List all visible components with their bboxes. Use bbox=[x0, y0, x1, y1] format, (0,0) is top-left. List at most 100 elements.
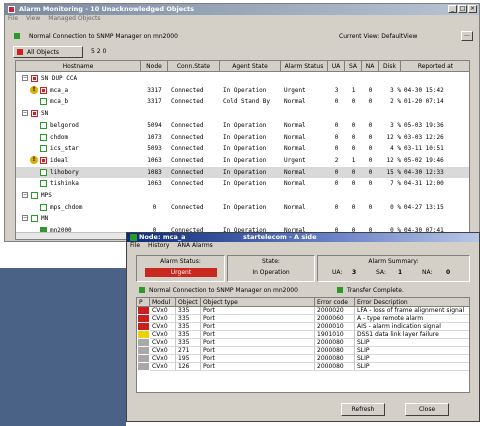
node-cell: 3317 bbox=[147, 98, 162, 106]
object-cell: 271 bbox=[176, 347, 201, 355]
col-hostname[interactable]: Hostname bbox=[16, 61, 141, 72]
menu-file[interactable]: File bbox=[8, 15, 18, 24]
menu-ana-alarms[interactable]: ANA Alarms bbox=[177, 242, 212, 250]
type-cell: Port bbox=[201, 315, 315, 323]
table-row[interactable]: mca_b 3317 Connected Cold Stand By Normal 0 0 0… bbox=[16, 96, 469, 107]
col-modul[interactable]: Modul bbox=[150, 298, 176, 307]
sa-cell: 0 bbox=[351, 203, 356, 211]
alarm-summary-panel: Alarm Summary: UA: 3 SA: 1 NA: 0 bbox=[317, 255, 470, 282]
table-row[interactable]: − SN bbox=[16, 108, 469, 119]
col-sa[interactable]: SA bbox=[345, 61, 362, 72]
node-cell bbox=[141, 190, 168, 201]
collapse-icon[interactable]: − bbox=[22, 110, 28, 117]
na-value: 0 bbox=[446, 269, 451, 276]
col-error-code[interactable]: Error code bbox=[315, 298, 355, 307]
alarm-row[interactable]: CVx0 335 Port 2000010 AIS - alarm indication… bbox=[137, 323, 469, 331]
table-row[interactable]: lihobory 1083 Connected In Operation Normal 0… bbox=[16, 166, 469, 178]
disk-cell: 3 % bbox=[390, 121, 401, 129]
all-objects-button[interactable]: All Objects bbox=[13, 46, 83, 58]
table-row[interactable]: − MN bbox=[16, 213, 469, 224]
object-cell: 335 bbox=[176, 331, 201, 339]
maximize-icon[interactable]: □ bbox=[458, 5, 467, 13]
code-cell: 1901010 bbox=[315, 331, 355, 339]
collapse-icon[interactable]: − bbox=[22, 75, 28, 81]
collapse-icon[interactable]: − bbox=[22, 215, 28, 222]
na-cell bbox=[362, 73, 379, 84]
collapse-icon[interactable]: − bbox=[22, 192, 28, 198]
table-row[interactable]: chdom 1073 Connected In Operation Normal 0 0 0 1… bbox=[16, 132, 469, 143]
current-view-label: Current View: DefaultView bbox=[339, 33, 418, 40]
agent-cell: Cold Stand By bbox=[223, 98, 270, 106]
table-row[interactable]: belgorod 5094 Connected In Operation Normal 0… bbox=[16, 120, 469, 131]
alarm-row[interactable]: CVx0 335 Port 2000020 LFA - loss of frame al… bbox=[137, 307, 469, 315]
modul-cell: CVx0 bbox=[150, 315, 176, 323]
view-options-button[interactable]: ... bbox=[461, 31, 473, 41]
table-row[interactable]: − MPS bbox=[16, 190, 469, 201]
close-icon[interactable]: × bbox=[468, 5, 477, 13]
type-cell: Port bbox=[201, 331, 315, 339]
col-node[interactable]: Node bbox=[141, 61, 168, 72]
hostname-cell: tishinka bbox=[50, 180, 79, 188]
minimize-icon[interactable]: _ bbox=[448, 5, 457, 13]
reported-cell: 01-20 07:14 bbox=[404, 98, 444, 106]
col-conn-state[interactable]: Conn.State bbox=[168, 61, 220, 72]
code-cell: 2000080 bbox=[315, 339, 355, 347]
menu-history[interactable]: History bbox=[148, 242, 169, 250]
node-cell: 1063 bbox=[147, 156, 162, 164]
node-menu-bar: File History ANA Alarms bbox=[127, 242, 482, 250]
alarm-row[interactable]: CVx0 126 Port 2000080 SLIP bbox=[137, 363, 469, 371]
code-cell: 2000010 bbox=[315, 323, 355, 331]
alarm-row[interactable]: CVx0 195 Port 2000080 SLIP bbox=[137, 355, 469, 363]
na-cell: 0 bbox=[368, 203, 373, 211]
close-button[interactable]: Close bbox=[405, 403, 449, 416]
col-alarm-status[interactable]: Alarm Status bbox=[281, 61, 328, 72]
alarm-row[interactable]: CVx0 335 Port 2000060 A - type remote alarm bbox=[137, 315, 469, 323]
col-error-description[interactable]: Error Description bbox=[355, 298, 469, 307]
col-ua[interactable]: UA bbox=[328, 61, 345, 72]
alarm-cell: Urgent bbox=[284, 156, 306, 164]
agent-cell bbox=[220, 108, 284, 119]
na-cell: 0 bbox=[368, 156, 373, 164]
menu-view[interactable]: View bbox=[26, 15, 40, 24]
ua-cell: 0 bbox=[334, 98, 339, 106]
alarm-cell: Normal bbox=[284, 98, 306, 106]
table-row[interactable]: mps_chdom 0 Connected In Operation Normal 0 0 0… bbox=[16, 202, 469, 213]
menu-managed-objects[interactable]: Managed Objects bbox=[48, 15, 100, 24]
modul-cell: CVx0 bbox=[150, 355, 176, 363]
modul-cell: CVx0 bbox=[150, 331, 176, 339]
disk-cell: 0 % bbox=[390, 203, 401, 211]
refresh-button[interactable]: Refresh bbox=[341, 403, 385, 416]
table-row[interactable]: ! ideal 1063 Connected In Operation Urgent 2 1 0… bbox=[16, 155, 469, 166]
sa-cell bbox=[345, 108, 362, 119]
node-ok-icon bbox=[40, 168, 47, 176]
col-priority[interactable]: P bbox=[137, 298, 150, 307]
table-row[interactable]: tishinka 1063 Connected In Operation Normal 0… bbox=[16, 178, 469, 189]
table-row[interactable]: ! mca_a 3317 Connected In Operation Urgent 3 1 0… bbox=[16, 85, 469, 96]
alarm-cell bbox=[281, 73, 331, 84]
agent-cell: In Operation bbox=[223, 133, 267, 141]
sa-cell bbox=[345, 73, 362, 84]
sa-cell bbox=[345, 190, 362, 201]
object-cell: 335 bbox=[176, 307, 201, 315]
app-icon bbox=[8, 6, 15, 13]
node-title-bar[interactable]: Node: mca_a startelecom - A side bbox=[127, 233, 479, 242]
alarm-row[interactable]: CVx0 335 Port 1901010 DSS1 data link layer f… bbox=[137, 331, 469, 339]
table-row[interactable]: − SN DUP CCA bbox=[16, 73, 469, 84]
table-row[interactable]: ics_star 5093 Connected In Operation Normal 0… bbox=[16, 143, 469, 154]
col-agent-state[interactable]: Agent State bbox=[220, 61, 281, 72]
alarm-row[interactable]: CVx0 271 Port 2000080 SLIP bbox=[137, 347, 469, 355]
desc-cell: SLIP bbox=[355, 339, 469, 347]
col-na[interactable]: NA bbox=[362, 61, 379, 72]
node-ok-icon bbox=[31, 215, 38, 223]
col-object[interactable]: Object bbox=[176, 298, 201, 307]
col-disk[interactable]: Disk bbox=[379, 61, 401, 72]
sa-cell: 0 bbox=[351, 133, 356, 141]
alarm-row[interactable]: CVx0 335 Port 2000080 SLIP bbox=[137, 339, 469, 347]
col-reported-at[interactable]: Reported at bbox=[401, 61, 469, 72]
main-title-bar[interactable]: Alarm Monitoring - 10 Unacknowledged Obj… bbox=[5, 4, 479, 15]
menu-file[interactable]: File bbox=[130, 242, 140, 250]
col-object-type[interactable]: Object type bbox=[201, 298, 315, 307]
alarm-cell: Normal bbox=[284, 121, 306, 129]
desc-cell: LFA - loss of frame alignment signal bbox=[355, 307, 469, 315]
ua-value: 3 bbox=[352, 269, 357, 276]
